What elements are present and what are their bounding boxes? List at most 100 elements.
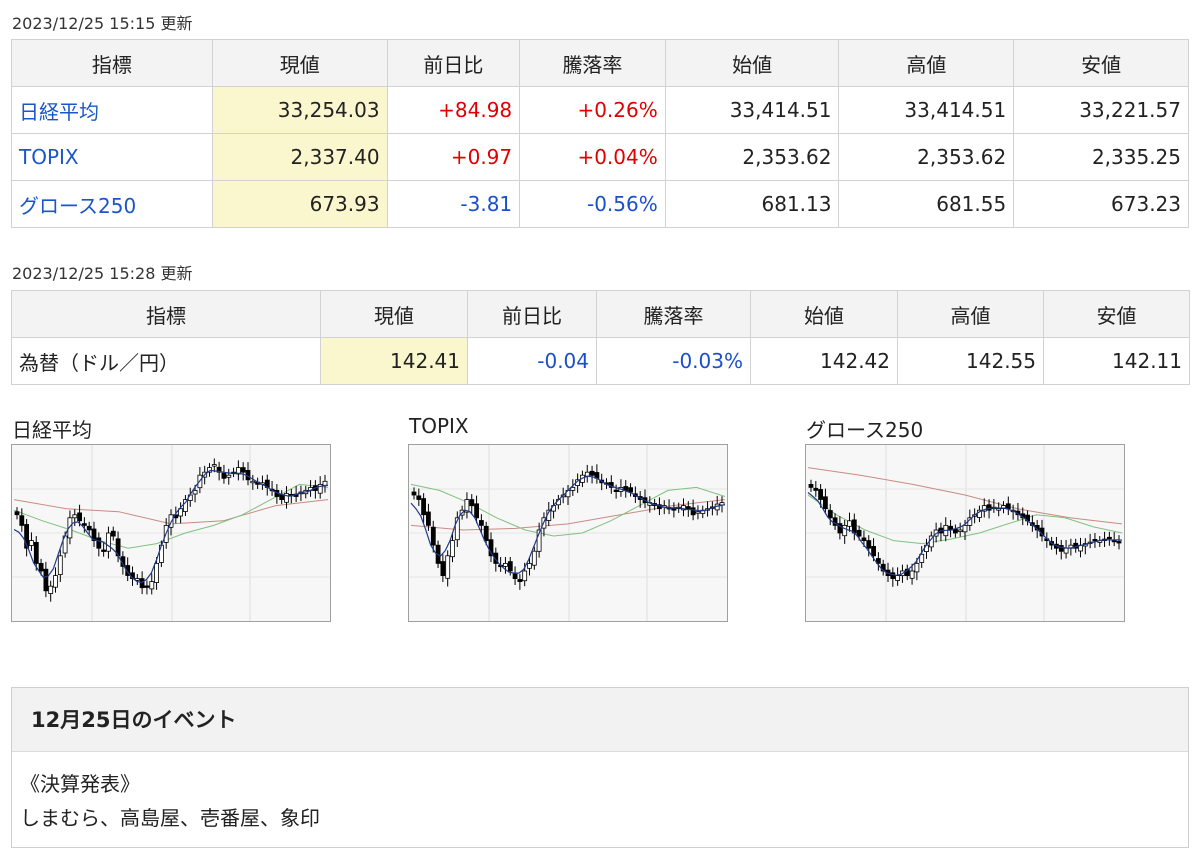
candle-down [1058,545,1064,552]
candle-down [474,503,479,519]
candle-up [527,563,532,569]
candle-up [842,525,848,537]
header-change: 前日比 [467,290,597,338]
candle-down [827,510,833,519]
candle-up [1063,547,1069,554]
table-row: TOPIX 2,337.40 +0.97 +0.04% 2,353.62 2,3… [11,133,1189,181]
header-open: 始値 [750,290,898,338]
header-high: 高値 [838,39,1015,87]
header-low: 安値 [1043,290,1190,338]
candle-down [517,579,523,582]
header-percent: 騰落率 [519,39,666,87]
candle-down [808,484,814,488]
event-panel: 12月25日のイベント 《決算発表》 しまむら、高島屋、壱番屋、象印 [11,687,1189,848]
candle-up [996,508,1002,511]
candle-down [613,489,619,492]
current-value: 2,337.40 [211,133,388,181]
header-high: 高値 [897,290,1044,338]
nikkei-link[interactable]: 日経平均 [19,100,99,124]
candle-up [503,563,508,567]
candle-up [847,520,852,527]
candle-up [962,525,968,533]
candle-up [106,532,111,552]
current-value: 142.41 [320,337,468,385]
high-value: 681.55 [838,180,1015,228]
table-row: 為替（ドル／円） 142.41 -0.04 -0.03% 142.42 142.… [11,337,1190,385]
candle-up [957,529,963,532]
open-value: 33,414.51 [664,86,840,134]
candle-up [57,555,63,576]
candle-up [450,540,455,558]
candle-up [445,555,451,579]
percent-value: -0.56% [519,180,666,228]
change-value: +0.97 [386,133,521,181]
candle-down [77,512,82,522]
candle-down [690,507,696,516]
growth250-chart-title: グロース250 [806,418,924,442]
open-value: 681.13 [664,180,840,228]
candle-down [890,572,896,580]
candle-down [479,520,484,526]
candle-up [48,585,54,594]
candle-down [856,529,862,537]
candle-down [43,568,49,592]
candle-up [226,474,232,478]
candle-down [818,489,824,500]
candle-up [522,570,528,582]
candle-up [531,550,537,566]
open-value: 2,353.62 [664,133,840,181]
candle-down [822,496,828,510]
candle-down [421,498,427,516]
candle-down [1106,536,1112,540]
candle-down [240,467,246,473]
candle-down [279,494,285,501]
growth250-chart[interactable] [805,444,1125,622]
header-indicator: 指標 [11,39,213,87]
candle-down [430,526,436,546]
domestic-updated-time: 2023/12/25 15:15 更新 [12,14,193,33]
candle-down [866,540,872,549]
candle-down [512,573,518,579]
nikkei-chart[interactable] [11,444,331,622]
candle-up [895,575,900,581]
candle-down [425,511,431,526]
candle-down [440,561,446,576]
header-change: 前日比 [386,39,521,87]
candle-down [101,549,106,552]
header-current: 現値 [211,39,388,87]
topix-chart[interactable] [408,444,728,622]
candle-up [909,570,915,579]
candle-down [221,472,227,479]
candle-up [53,575,58,588]
candle-down [1005,503,1011,510]
event-body: 《決算発表》 しまむら、高島屋、壱番屋、象印 [12,752,1188,835]
forex-quote-table: 指標 現値 前日比 騰落率 始値 高値 安値 為替（ドル／円） 142.41 -… [11,290,1190,385]
header-low: 安値 [1013,39,1189,87]
growth250-link[interactable]: グロース250 [19,194,136,218]
indicator-name-cell: グロース250 [11,180,213,228]
candle-up [695,511,701,514]
candle-up [192,490,198,495]
candle-down [507,561,513,572]
header-percent: 騰落率 [596,290,751,338]
forex-updated-time: 2023/12/25 15:28 更新 [12,264,193,283]
domestic-quote-table: 指標 現値 前日比 騰落率 始値 高値 安値 日経平均 33,254.03 +8… [11,39,1189,228]
high-value: 142.55 [897,337,1044,385]
candle-down [1116,541,1122,544]
nikkei-chart-title: 日経平均 [12,418,92,442]
topix-link[interactable]: TOPIX [19,145,79,169]
nikkei-chart-plot [12,445,330,621]
candle-up [250,480,256,484]
candle-down [1092,539,1098,542]
candle-down [813,487,819,491]
candle-down [139,578,145,589]
candle-down [671,508,677,511]
table-row: 日経平均 33,254.03 +84.98 +0.26% 33,414.51 3… [11,86,1189,134]
candle-up [149,581,155,590]
high-value: 33,414.51 [838,86,1015,134]
candle-up [154,563,160,584]
percent-value: -0.03% [596,337,751,385]
high-value: 2,353.62 [838,133,1015,181]
candle-up [28,540,34,546]
candle-down [685,506,691,510]
